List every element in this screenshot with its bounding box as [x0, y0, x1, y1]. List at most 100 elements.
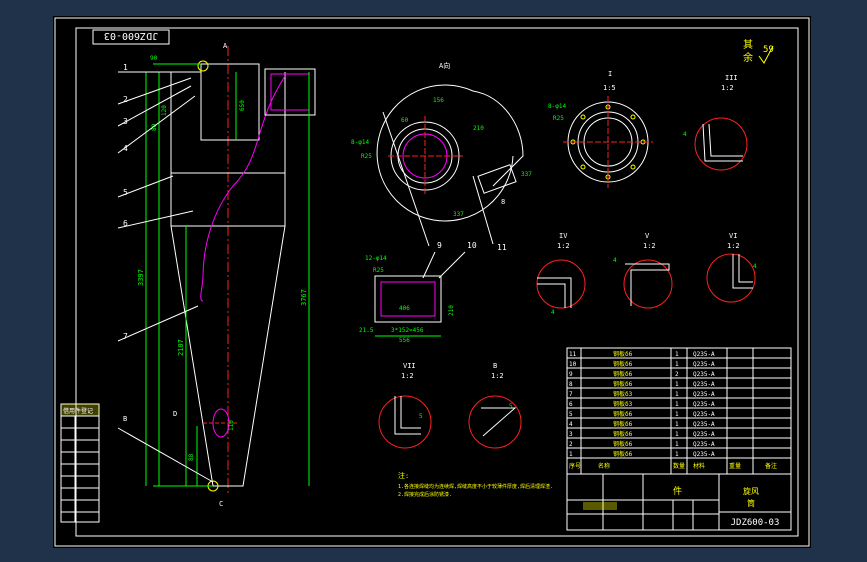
- bom-cell: Q235-A: [693, 351, 715, 358]
- title-block: 件 旋风 筒 JDZ600-03: [566, 473, 792, 531]
- svg-text:D: D: [173, 410, 177, 418]
- roughness-symbol: 其 余 59: [743, 39, 774, 64]
- bom-cell: 钢板δ3: [613, 400, 633, 408]
- svg-text:1: 1: [123, 63, 128, 72]
- section-v: V 1:2 4: [613, 232, 673, 309]
- bom-cell: 1: [675, 361, 679, 368]
- svg-text:R25: R25: [361, 153, 372, 160]
- bom-cell: 钢板δ6: [613, 450, 633, 458]
- svg-text:2107: 2107: [177, 339, 185, 356]
- svg-text:I: I: [608, 70, 612, 78]
- bom-cell: 1: [675, 441, 679, 448]
- svg-text:12-φ14: 12-φ14: [365, 255, 387, 262]
- svg-text:R25: R25: [553, 115, 564, 122]
- bom-cell: 9: [569, 371, 573, 378]
- svg-text:序号: 序号: [569, 462, 581, 470]
- svg-text:650: 650: [239, 100, 246, 111]
- svg-text:注:: 注:: [398, 471, 409, 480]
- svg-text:数量: 数量: [673, 462, 685, 470]
- svg-text:R25: R25: [373, 267, 384, 274]
- svg-text:其: 其: [743, 39, 753, 51]
- svg-text:11: 11: [497, 243, 507, 252]
- svg-text:4: 4: [123, 144, 128, 153]
- bom-cell: 10: [569, 361, 577, 368]
- bom-cell: 1: [675, 451, 679, 458]
- svg-text:60: 60: [401, 117, 409, 124]
- svg-text:1:2: 1:2: [643, 242, 656, 250]
- flange-view-i: I 1:5 8-φ14 R25: [548, 70, 653, 188]
- bom-cell: 1: [675, 401, 679, 408]
- svg-text:1:2: 1:2: [491, 372, 504, 380]
- svg-text:21.5: 21.5: [359, 327, 374, 334]
- svg-text:VII: VII: [403, 362, 416, 370]
- svg-text:1:2: 1:2: [721, 84, 734, 92]
- svg-text:8-φ14: 8-φ14: [548, 103, 566, 110]
- bom-cell: 钢板δ6: [613, 380, 633, 388]
- cyclone-elevation: 3397 3767 2107 650 90 120 80 110 88 A B …: [123, 42, 316, 508]
- bom-cell: Q235-A: [693, 441, 715, 448]
- svg-text:1.各连接焊缝均为连续焊,焊缝高度不小于较薄件厚度,焊后清理: 1.各连接焊缝均为连续焊,焊缝高度不小于较薄件厚度,焊后清理焊渣.: [398, 483, 553, 490]
- svg-text:120: 120: [161, 105, 168, 116]
- bom-cell: 1: [675, 381, 679, 388]
- svg-text:备注: 备注: [765, 462, 777, 470]
- svg-text:IV: IV: [559, 232, 568, 240]
- svg-text:1:5: 1:5: [603, 84, 616, 92]
- top-drawing-number: JDZ600-03: [92, 29, 170, 45]
- svg-text:8-φ14: 8-φ14: [351, 139, 369, 146]
- svg-text:B: B: [493, 362, 497, 370]
- bom-cell: Q235-A: [693, 421, 715, 428]
- svg-text:2: 2: [123, 95, 128, 104]
- svg-text:2.焊接完成后涂防锈漆.: 2.焊接完成后涂防锈漆.: [398, 491, 452, 498]
- drawing-sheet: JDZ600-03 其 余 59 3397 3767 2107 650 90 1…: [53, 16, 811, 548]
- cad-viewport[interactable]: JDZ600-03 其 余 59 3397 3767 2107 650 90 1…: [0, 0, 867, 562]
- svg-text:8: 8: [501, 198, 505, 206]
- svg-text:1:2: 1:2: [401, 372, 414, 380]
- svg-text:5: 5: [419, 413, 423, 420]
- bom-cell: Q235-A: [693, 381, 715, 388]
- svg-text:V: V: [645, 232, 650, 240]
- svg-text:337: 337: [521, 171, 532, 178]
- left-stamp-table: 借用件登记: [60, 403, 100, 523]
- bom-cell: Q235-A: [693, 411, 715, 418]
- section-iii: III 1:2 4: [683, 74, 748, 171]
- svg-text:88: 88: [188, 453, 195, 461]
- bom-cell: 1: [675, 391, 679, 398]
- bom-cell: 5: [569, 411, 573, 418]
- bom-cell: 3: [569, 431, 573, 438]
- bom-cell: 钢板δ6: [613, 410, 633, 418]
- svg-text:556: 556: [399, 337, 410, 344]
- bom-cell: 钢板δ6: [613, 430, 633, 438]
- svg-text:名称: 名称: [598, 462, 610, 470]
- bom-cell: 2: [675, 371, 679, 378]
- section-vii: VII 1:2 5: [378, 362, 432, 449]
- part-balloons: 1 2 3 4 5 6 7: [117, 63, 214, 483]
- svg-text:3767: 3767: [300, 289, 308, 306]
- bom-cell: Q235-A: [693, 361, 715, 368]
- flange-rect: 12-φ14 R25 406 3*152=456 556 21.5 210 9 …: [359, 241, 477, 344]
- svg-text:重量: 重量: [729, 462, 741, 470]
- svg-text:3: 3: [123, 117, 128, 126]
- bom-cell: Q235-A: [693, 391, 715, 398]
- section-bottom: B 1:2 5: [468, 362, 522, 449]
- svg-text:110: 110: [228, 420, 235, 431]
- svg-text:1:2: 1:2: [727, 242, 740, 250]
- bom-cell: 钢板δ3: [613, 390, 633, 398]
- section-vi: VI 1:2 4: [706, 232, 757, 303]
- svg-text:4: 4: [551, 309, 555, 316]
- svg-text:5: 5: [123, 188, 128, 197]
- svg-text:6: 6: [123, 219, 128, 228]
- bom-cell: 钢板δ6: [613, 350, 633, 358]
- top-view: A向 156 210 337 337 60 8-φ14 R25 11 8: [351, 61, 532, 252]
- svg-text:210: 210: [473, 125, 484, 132]
- svg-text:337: 337: [453, 211, 464, 218]
- bom-cell: 钢板δ6: [613, 440, 633, 448]
- svg-text:4: 4: [613, 257, 617, 264]
- svg-text:筒: 筒: [747, 498, 755, 508]
- svg-text:7: 7: [123, 332, 128, 341]
- svg-text:210: 210: [448, 305, 455, 316]
- svg-text:III: III: [725, 74, 738, 82]
- section-iv: IV 1:2 4: [536, 232, 586, 316]
- bom-cell: 4: [569, 421, 573, 428]
- svg-text:C: C: [219, 500, 223, 508]
- svg-text:90: 90: [150, 55, 158, 62]
